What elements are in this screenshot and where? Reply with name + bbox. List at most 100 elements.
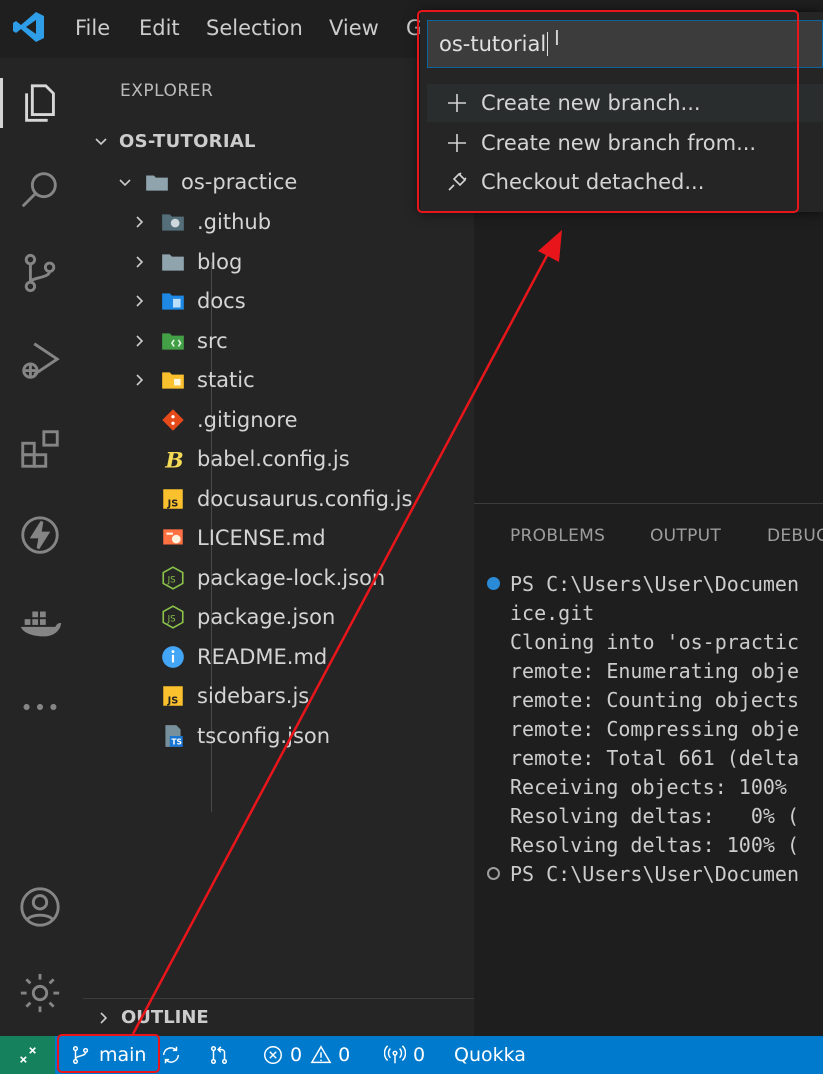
tree-item[interactable]: src — [83, 322, 474, 360]
outline-section[interactable]: OUTLINE — [83, 998, 474, 1036]
sync-button[interactable] — [160, 1036, 182, 1074]
terminal-line: remote: Compressing obje — [510, 717, 799, 741]
chevron-right-icon — [129, 252, 149, 272]
chevron-right-icon — [129, 370, 149, 390]
ts-icon: TS — [159, 722, 187, 750]
chevron-right-icon — [93, 1008, 113, 1028]
remote-indicator[interactable] — [0, 1036, 55, 1074]
license-icon — [159, 524, 187, 552]
tree-item[interactable]: TS tsconfig.json — [83, 717, 474, 755]
warning-count: 0 — [338, 1044, 351, 1066]
branch-highlight — [57, 1034, 160, 1073]
quokka-status[interactable]: Quokka — [454, 1036, 526, 1074]
pull-request-button[interactable] — [208, 1036, 230, 1074]
tree-item[interactable]: B babel.config.js — [83, 440, 474, 478]
tree-label: static — [197, 368, 255, 392]
chevron-right-icon — [129, 331, 149, 351]
menu-file[interactable]: File — [75, 16, 110, 40]
tree-item[interactable]: LICENSE.md — [83, 519, 474, 557]
quokka-label: Quokka — [454, 1044, 526, 1066]
svg-text:JS: JS — [167, 499, 179, 510]
static-folder-icon — [159, 366, 187, 394]
nodejs-icon: JS — [159, 564, 187, 592]
more-icon[interactable] — [15, 682, 65, 732]
terminal-line: Cloning into 'os-practic — [510, 630, 799, 654]
tree-label: os-practice — [181, 170, 298, 194]
menu-view[interactable]: View — [329, 16, 379, 40]
tree-label: blog — [197, 250, 243, 274]
tree-item[interactable]: .gitignore — [83, 401, 474, 439]
warning-icon — [310, 1045, 332, 1064]
terminal-line: ice.git — [510, 601, 595, 625]
tree-label: src — [197, 329, 228, 353]
tab-debug[interactable]: DEBUG — [767, 526, 823, 546]
github-folder-icon — [159, 208, 187, 236]
svg-text:JS: JS — [167, 696, 179, 707]
tree-label: LICENSE.md — [197, 526, 326, 550]
activity-bar — [0, 58, 83, 1036]
terminal-line: Resolving deltas: 100% ( — [510, 833, 799, 857]
tree-item[interactable]: JS package.json — [83, 598, 474, 636]
workspace-root-label: OS-TUTORIAL — [119, 130, 256, 152]
info-icon — [159, 643, 187, 671]
tree-item[interactable]: .github — [83, 203, 474, 241]
terminal-line: Receiving objects: 100% — [510, 775, 787, 799]
tab-problems[interactable]: PROBLEMS — [510, 526, 605, 546]
explorer-icon[interactable] — [15, 78, 65, 128]
terminal-prompt-dot — [487, 867, 500, 880]
tree-label: tsconfig.json — [197, 724, 331, 748]
docker-icon[interactable] — [15, 598, 65, 648]
tree-label: README.md — [197, 645, 328, 669]
tree-label: package.json — [197, 605, 336, 629]
tree-label: package-lock.json — [197, 566, 386, 590]
menu-edit[interactable]: Edit — [139, 16, 180, 40]
problems-status[interactable]: 0 0 — [262, 1036, 350, 1074]
sync-icon — [162, 1046, 180, 1064]
chevron-down-icon — [91, 131, 111, 151]
extensions-icon[interactable] — [15, 424, 65, 474]
tree-root[interactable]: OS-TUTORIAL — [83, 122, 474, 160]
bottom-panel: PROBLEMS OUTPUT DEBUG PS C:\Users\User\D… — [474, 503, 823, 1036]
error-icon — [264, 1046, 282, 1064]
outline-label: OUTLINE — [121, 1007, 209, 1028]
broadcast-icon — [384, 1045, 406, 1064]
tree-item[interactable]: static — [83, 361, 474, 399]
gear-icon[interactable] — [15, 968, 65, 1018]
ports-status[interactable]: 0 — [384, 1036, 425, 1074]
explorer-sidebar: EXPLORER OS-TUTORIAL os-practice .github… — [83, 58, 474, 1036]
git-icon — [159, 406, 187, 434]
tree-item[interactable]: JS package-lock.json — [83, 559, 474, 597]
ports-count: 0 — [413, 1044, 426, 1066]
lightning-icon[interactable] — [15, 510, 65, 560]
tree-item[interactable]: docs — [83, 282, 474, 320]
tree-label: .gitignore — [197, 408, 298, 432]
account-icon[interactable] — [15, 882, 65, 932]
folder-icon — [159, 248, 187, 276]
chevron-right-icon — [129, 212, 149, 232]
quick-pick-highlight — [417, 10, 799, 213]
source-control-icon[interactable] — [15, 248, 65, 298]
tree-item[interactable]: JS docusaurus.config.js — [83, 480, 474, 518]
docs-folder-icon — [159, 287, 187, 315]
menu-selection[interactable]: Selection — [206, 16, 303, 40]
search-icon[interactable] — [15, 164, 65, 214]
error-count: 0 — [290, 1044, 303, 1066]
chevron-down-icon — [115, 172, 135, 192]
terminal-line: PS C:\Users\User\Documen — [510, 572, 799, 596]
tree-item[interactable]: blog — [83, 243, 474, 281]
sidebar-title: EXPLORER — [120, 81, 214, 101]
svg-text:JS: JS — [167, 614, 177, 624]
svg-text:B: B — [164, 449, 183, 472]
tree-item[interactable]: README.md — [83, 638, 474, 676]
tree-label: sidebars.js — [197, 684, 310, 708]
js-icon: JS — [159, 485, 187, 513]
chevron-right-icon — [129, 291, 149, 311]
folder-open-icon — [143, 168, 171, 196]
tree-folder-os-practice[interactable]: os-practice — [83, 163, 474, 201]
terminal-line: remote: Total 661 (delta — [510, 746, 799, 770]
tab-output[interactable]: OUTPUT — [650, 526, 721, 546]
run-debug-icon[interactable] — [15, 336, 65, 386]
pull-request-icon — [210, 1046, 228, 1064]
tree-item[interactable]: JS sidebars.js — [83, 677, 474, 715]
tree-label: docusaurus.config.js — [197, 487, 413, 511]
